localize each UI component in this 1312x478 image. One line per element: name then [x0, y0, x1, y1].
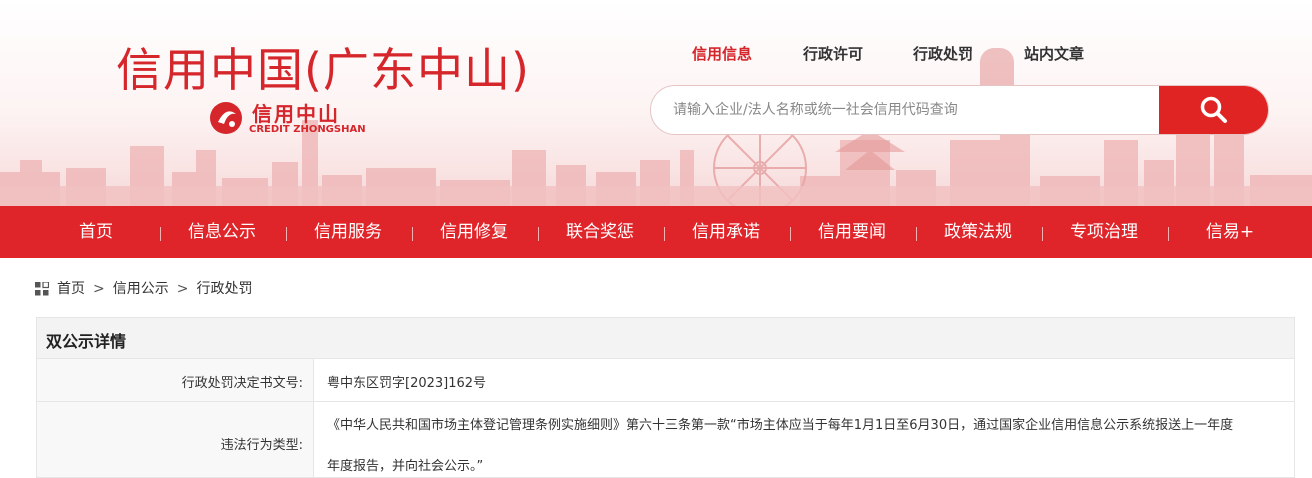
nav-divider [790, 227, 791, 241]
top-link-admin-penalty[interactable]: 行政处罚 [913, 43, 973, 64]
top-link-site-articles[interactable]: 站内文章 [1024, 43, 1084, 64]
detail-row-violation-type: 违法行为类型: 《中华人民共和国市场主体登记管理条例实施细则》第六十三条第一款“… [37, 402, 1294, 477]
nav-item-special-governance[interactable]: 专项治理 [1044, 206, 1164, 258]
logo-chinese-text: 信用中山 [252, 102, 340, 126]
nav-item-credit-service[interactable]: 信用服务 [288, 206, 408, 258]
credit-logo-icon [210, 102, 242, 134]
breadcrumb-separator: > [93, 281, 105, 297]
search-bar [650, 85, 1269, 135]
breadcrumb-separator: > [176, 281, 189, 297]
nav-divider [916, 227, 917, 241]
nav-item-credit-pledge[interactable]: 信用承诺 [666, 206, 786, 258]
nav-item-xinyi-plus[interactable]: 信易+ [1170, 206, 1290, 258]
main-nav: 首页 信息公示 信用服务 信用修复 联合奖惩 信用承诺 信用要闻 政策法规 专项… [0, 206, 1312, 258]
nav-divider [1168, 227, 1169, 241]
nav-divider [664, 227, 665, 241]
search-input[interactable] [651, 86, 1159, 134]
nav-divider [286, 227, 287, 241]
row-value-line-2: 年度报告，并向社会公示。” [327, 459, 484, 474]
nav-divider [538, 227, 539, 241]
nav-item-joint-reward-punish[interactable]: 联合奖惩 [540, 206, 660, 258]
detail-title: 双公示详情 [46, 332, 127, 351]
top-link-admin-license[interactable]: 行政许可 [803, 43, 863, 64]
breadcrumb-credit-disclosure[interactable]: 信用公示 [113, 281, 169, 297]
search-icon [1200, 96, 1227, 123]
nav-divider [160, 227, 161, 241]
breadcrumb-admin-penalty[interactable]: 行政处罚 [196, 281, 252, 297]
nav-item-credit-repair[interactable]: 信用修复 [414, 206, 534, 258]
site-title: 信用中国(广东中山) [116, 43, 530, 97]
nav-item-home[interactable]: 首页 [36, 206, 156, 258]
row-label: 行政处罚决定书文号: [181, 376, 303, 391]
nav-item-info-disclosure[interactable]: 信息公示 [162, 206, 282, 258]
detail-row-decision-number: 行政处罚决定书文号: 粤中东区罚字[2023]162号 [37, 359, 1294, 402]
row-label-cell: 违法行为类型: [37, 402, 314, 477]
nav-item-policies[interactable]: 政策法规 [918, 206, 1038, 258]
grid-icon [35, 282, 49, 296]
detail-panel-header: 双公示详情 [37, 318, 1294, 359]
breadcrumb: 首页 > 信用公示 > 行政处罚 [35, 278, 252, 297]
site-header: 信用中国(广东中山) 信用中山 CREDIT ZHONGSHAN 信用信息 行政… [0, 0, 1312, 206]
nav-divider [412, 227, 413, 241]
breadcrumb-home[interactable]: 首页 [57, 281, 85, 297]
row-label: 违法行为类型: [220, 438, 303, 453]
row-label-cell: 行政处罚决定书文号: [37, 359, 314, 401]
row-value: 粤中东区罚字[2023]162号 [327, 376, 487, 391]
nav-divider [1042, 227, 1043, 241]
row-value-line-1: 《中华人民共和国市场主体登记管理条例实施细则》第六十三条第一款“市场主体应当于每… [327, 418, 1234, 433]
detail-panel: 双公示详情 行政处罚决定书文号: 粤中东区罚字[2023]162号 违法行为类型… [36, 317, 1295, 478]
nav-item-credit-news[interactable]: 信用要闻 [792, 206, 912, 258]
search-button[interactable] [1159, 86, 1268, 134]
top-link-credit-info[interactable]: 信用信息 [692, 43, 752, 64]
logo-english-text: CREDIT ZHONGSHAN [249, 124, 366, 135]
